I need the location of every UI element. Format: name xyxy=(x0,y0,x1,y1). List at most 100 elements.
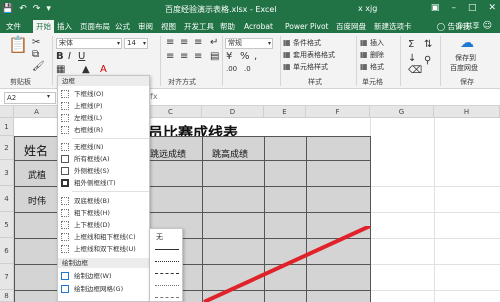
align-middle-icon[interactable]: ≡ xyxy=(180,37,188,49)
header-long-jump[interactable]: 跳远成绩 xyxy=(150,147,186,160)
increase-decimal-icon[interactable]: .00 xyxy=(226,63,237,75)
copy-icon[interactable]: ⧉ xyxy=(32,49,39,61)
menu-item-top-double-bottom-border[interactable]: 上框线和双下框线(U) xyxy=(58,244,149,254)
fill-icon[interactable]: ↓ xyxy=(408,53,416,65)
column-header[interactable]: E xyxy=(264,106,306,118)
column-header[interactable]: A xyxy=(14,106,60,118)
format-as-table-button[interactable]: 套用表格格式 xyxy=(293,50,335,60)
undo-icon[interactable]: ↶ xyxy=(19,3,27,15)
tab-developer[interactable]: 开发工具 xyxy=(184,21,214,32)
format-cells-button[interactable]: 格式 xyxy=(370,62,384,72)
customize-qat-icon[interactable]: ▾ xyxy=(46,3,51,15)
underline-icon[interactable]: U xyxy=(78,51,85,63)
menu-item-right-border[interactable]: 右框线(R) xyxy=(58,125,149,135)
italic-icon[interactable]: I xyxy=(68,51,71,63)
decrease-decimal-icon[interactable]: .0 xyxy=(244,63,251,75)
minimize-icon[interactable]: – xyxy=(451,3,456,13)
fx-icon[interactable]: fx xyxy=(150,92,158,101)
line-style-dash-dot[interactable] xyxy=(155,297,179,298)
select-all-corner[interactable] xyxy=(0,106,14,118)
row-header[interactable]: 8 xyxy=(0,290,14,302)
share-button[interactable]: ☺ 共享 xyxy=(456,21,480,31)
paste-icon[interactable]: 📋 xyxy=(8,37,28,53)
number-format-combo[interactable]: 常规 ▾ xyxy=(225,38,273,49)
row-header[interactable]: 6 xyxy=(0,238,14,264)
menu-item-top-thick-bottom-border[interactable]: 上框线和粗下框线(C) xyxy=(58,232,149,242)
align-bottom-icon[interactable]: ≡ xyxy=(194,37,202,49)
line-style-none[interactable]: 无 xyxy=(156,232,163,242)
insert-cells-button[interactable]: 插入 xyxy=(370,38,384,48)
menu-item-all-borders[interactable]: 所有框线(A) xyxy=(58,154,149,164)
row-header[interactable]: 5 xyxy=(0,212,14,238)
menu-item-draw-border-grid[interactable]: 绘制边框网格(G) xyxy=(58,284,149,294)
row-header[interactable]: 3 xyxy=(0,160,14,186)
menu-item-thick-outside-borders[interactable]: 粗外侧框线(T) xyxy=(58,178,149,188)
tab-home[interactable]: 开始 xyxy=(33,20,54,33)
close-icon[interactable]: ✕ xyxy=(488,3,496,13)
baidu-netdisk-label[interactable]: 百度网盘 xyxy=(450,63,478,73)
clear-icon[interactable]: ⌫ xyxy=(408,65,422,77)
menu-item-top-border[interactable]: 上框线(P) xyxy=(58,101,149,111)
row-header[interactable]: 7 xyxy=(0,264,14,290)
autosum-icon[interactable]: Σ xyxy=(408,39,414,51)
column-header[interactable]: G xyxy=(370,106,434,118)
menu-item-top-bottom-border[interactable]: 上下框线(D) xyxy=(58,220,149,230)
percent-icon[interactable]: % xyxy=(240,51,250,63)
menu-item-left-border[interactable]: 左框线(L) xyxy=(58,113,149,123)
menu-item-draw-border[interactable]: 绘制边框(W) xyxy=(58,271,149,281)
delete-cells-button[interactable]: 删除 xyxy=(370,50,384,60)
format-painter-icon[interactable]: 🖌 xyxy=(32,61,45,73)
tab-insert[interactable]: 插入 xyxy=(57,21,72,32)
user-name[interactable]: x xjg xyxy=(358,4,377,13)
save-to-label[interactable]: 保存到 xyxy=(455,53,476,63)
ribbon-display-icon[interactable]: ▣ xyxy=(431,3,440,13)
menu-item-thick-bottom-border[interactable]: 粗下框线(H) xyxy=(58,208,149,218)
header-name[interactable]: 姓名 xyxy=(24,142,48,159)
line-style-dotted[interactable] xyxy=(155,261,179,262)
align-top-icon[interactable]: ≡ xyxy=(166,37,174,49)
column-header[interactable]: H xyxy=(434,106,500,118)
chevron-down-icon[interactable]: ▾ xyxy=(47,93,50,100)
tab-help[interactable]: 帮助 xyxy=(220,21,235,32)
column-header[interactable]: D xyxy=(202,106,264,118)
tab-formulas[interactable]: 公式 xyxy=(115,21,130,32)
font-size-combo[interactable]: 14 ▾ xyxy=(124,38,148,49)
menu-item-outside-borders[interactable]: 外侧框线(S) xyxy=(58,166,149,176)
cut-icon[interactable]: ✂ xyxy=(32,37,40,49)
tab-power-pivot[interactable]: Power Pivot xyxy=(285,21,328,32)
line-style-hair[interactable] xyxy=(155,285,179,286)
row-header[interactable]: 1 xyxy=(0,118,14,136)
accounting-format-icon[interactable]: ¥ xyxy=(226,51,232,63)
account-icon[interactable]: ☺ xyxy=(483,21,492,31)
redo-icon[interactable]: ↷ xyxy=(33,3,41,15)
cell-styles-button[interactable]: 单元格样式 xyxy=(293,62,328,72)
menu-item-bottom-border[interactable]: 下框线(O) xyxy=(58,89,149,99)
tab-baidu-netdisk[interactable]: 百度网盘 xyxy=(336,21,366,32)
line-style-thin[interactable] xyxy=(155,249,179,250)
column-header[interactable]: F xyxy=(306,106,370,118)
tab-view[interactable]: 视图 xyxy=(161,21,176,32)
tab-review[interactable]: 审阅 xyxy=(138,21,153,32)
save-icon[interactable]: 💾 xyxy=(2,3,13,15)
wrap-text-icon[interactable]: ↵ xyxy=(210,37,218,49)
row-header[interactable]: 2 xyxy=(0,136,14,160)
name-cell[interactable]: 武植 xyxy=(28,168,46,181)
bold-icon[interactable]: B xyxy=(56,51,64,63)
font-name-combo[interactable]: 宋体 ▾ xyxy=(56,38,122,49)
find-select-icon[interactable]: ⚲ xyxy=(424,55,431,67)
tab-file[interactable]: 文件 xyxy=(6,21,21,32)
comma-style-icon[interactable]: , xyxy=(254,51,257,63)
align-right-icon[interactable]: ≡ xyxy=(194,51,202,63)
tab-new-tab[interactable]: 新建选项卡 xyxy=(374,21,412,32)
sort-filter-icon[interactable]: ⇅ xyxy=(424,39,432,51)
restore-icon[interactable]: □ xyxy=(468,3,477,13)
line-style-dashed[interactable] xyxy=(155,273,179,274)
conditional-format-button[interactable]: 条件格式 xyxy=(293,38,321,48)
name-cell[interactable]: 时伟 xyxy=(28,194,46,207)
align-center-icon[interactable]: ≡ xyxy=(180,51,188,63)
tab-page-layout[interactable]: 页面布局 xyxy=(80,21,110,32)
menu-item-no-border[interactable]: 无框线(N) xyxy=(58,142,149,152)
tab-acrobat[interactable]: Acrobat xyxy=(244,21,273,32)
menu-item-double-bottom-border[interactable]: 双底框线(B) xyxy=(58,196,149,206)
merge-center-icon[interactable]: ▤ xyxy=(210,51,219,63)
